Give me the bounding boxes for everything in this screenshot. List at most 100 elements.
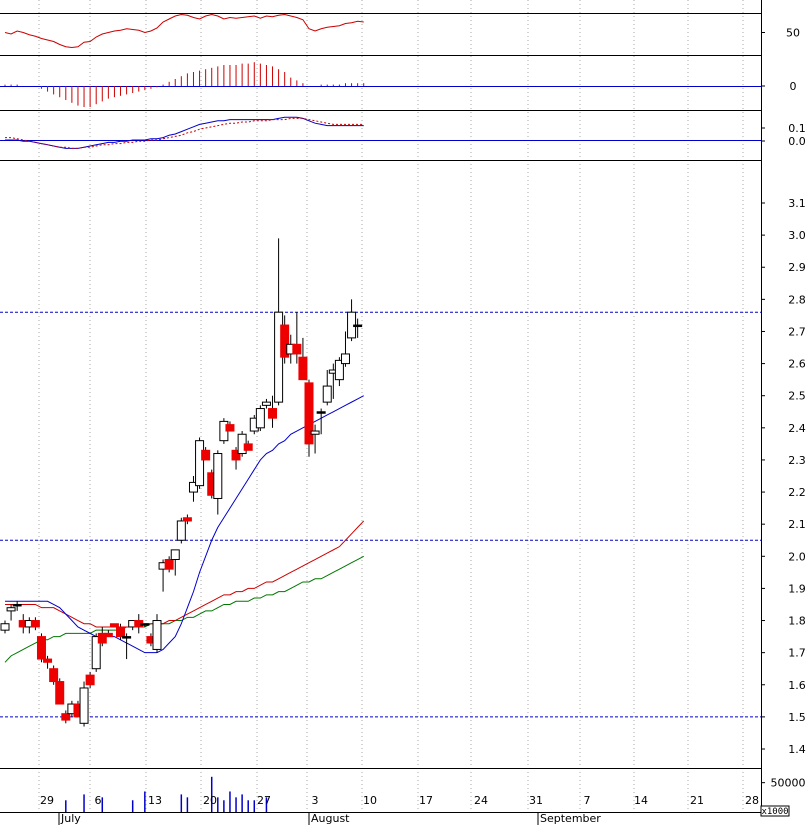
price-tick-label: 2.4: [788, 422, 806, 435]
day-label: 13: [148, 794, 162, 807]
day-label: 24: [474, 794, 488, 807]
candle-body: [268, 408, 278, 419]
candle-body: [176, 520, 186, 541]
price-tick-label: 2.1: [788, 518, 806, 531]
chart-svg: 50 0 0.10.0 1.4 1.5 1.6 1.7 1.8 1.9 2.0 2.1 2.2 2.3 2…: [0, 0, 806, 825]
candle-body: [255, 408, 265, 429]
candle: [195, 437, 205, 489]
candle: [304, 379, 314, 457]
day-label: 14: [634, 794, 648, 807]
candle-body: [61, 713, 71, 721]
month-label: July: [60, 812, 81, 825]
candle-body: [103, 632, 113, 638]
candle-body: [292, 343, 302, 355]
candle-body: [164, 559, 174, 570]
rsi-line: [4, 13, 364, 49]
vertical-grid-lines: [38, 0, 744, 812]
price-tick-label: 1.5: [788, 711, 806, 724]
momentum-tick-label: 0: [790, 80, 797, 93]
candle: [255, 405, 265, 432]
candle: [261, 398, 271, 409]
price-tick-label: 1.9: [788, 582, 806, 595]
day-label: 27: [257, 794, 271, 807]
candle-body: [201, 449, 211, 461]
candle-body: [261, 401, 271, 406]
candle: [36, 633, 46, 663]
candle-body: [225, 424, 235, 432]
candle-body: [0, 623, 10, 631]
macd-line: [5, 116, 364, 149]
candle-body: [195, 440, 205, 487]
candle: [122, 633, 132, 660]
candle-body: [6, 607, 16, 612]
candle-body: [316, 411, 326, 414]
candle-body: [36, 636, 46, 660]
macd-tick-label: 0.0: [788, 135, 806, 148]
macd-tick-label: 0.1: [788, 122, 806, 135]
candle-body: [353, 324, 363, 328]
day-label: 20: [203, 794, 217, 807]
rsi-tick-label: 50: [786, 27, 800, 40]
day-label: 21: [690, 794, 704, 807]
price-tick-label: 2.5: [788, 390, 806, 403]
price-tick-label: 2.8: [788, 293, 806, 306]
price-tick-label: 1.6: [788, 679, 806, 692]
candle-body: [310, 430, 320, 435]
price-tick-label: 2.3: [788, 454, 806, 467]
candle: [0, 620, 10, 634]
day-label: 7: [584, 794, 591, 807]
candle-body: [43, 658, 53, 663]
candle: [152, 614, 162, 653]
price-tick-label: 3.1: [788, 197, 806, 210]
candle-body: [30, 620, 40, 628]
month-label: August: [311, 812, 350, 825]
day-label: 29: [40, 794, 54, 807]
candle: [347, 299, 357, 342]
candle: [316, 408, 326, 435]
candle-body: [152, 620, 162, 650]
price-tick-label: 2.7: [788, 325, 806, 338]
price-tick-label: 1.4: [788, 743, 806, 756]
macd-signal-line: [5, 117, 364, 149]
day-label: 31: [529, 794, 543, 807]
candle-body: [55, 681, 65, 705]
candle-body: [116, 626, 126, 638]
price-tick-label: 1.7: [788, 647, 806, 660]
day-label: 10: [363, 794, 377, 807]
candle-body: [85, 674, 95, 686]
candles: [0, 238, 363, 727]
price-tick-label: 3.0: [788, 229, 806, 242]
moving-average-long-line: [4, 555, 364, 663]
candle-body: [49, 668, 59, 683]
price-tick-label: 1.8: [788, 615, 806, 628]
candle: [292, 312, 302, 364]
candle-body: [213, 453, 223, 499]
candle-body: [298, 356, 308, 381]
candle-body: [182, 517, 192, 522]
price-tick-label: 2.9: [788, 261, 806, 274]
month-label: September: [540, 812, 601, 825]
candle: [322, 370, 332, 406]
x-axis: 29 6 13 20 27 3 10 17 24 31 7 14 21 28 July August Septe…: [40, 794, 759, 825]
candle-body: [79, 687, 89, 724]
volume-unit-label: x1000: [761, 807, 788, 817]
candle: [85, 671, 95, 688]
price-reference-lines: [0, 311, 761, 718]
candle-body: [12, 603, 22, 607]
candle-body: [340, 353, 350, 365]
day-label: 6: [95, 794, 102, 807]
price-tick-label: 2.2: [788, 486, 806, 499]
stock-chart: 50 0 0.1 0.0 1.4 1.5 1.6 1.7 1.8 1.9 2.0 2.1 2.2 2.3 2…: [0, 0, 811, 825]
candle: [274, 238, 284, 406]
candle: [30, 617, 40, 631]
day-label: 17: [419, 794, 433, 807]
candle-body: [243, 443, 253, 451]
candle: [103, 630, 113, 638]
candle: [55, 678, 65, 705]
day-label: 28: [745, 794, 759, 807]
candle-body: [122, 636, 132, 639]
candle: [6, 604, 16, 621]
candle-body: [170, 549, 180, 561]
candle: [176, 517, 186, 544]
volume-tick-label: 50000: [771, 777, 806, 790]
